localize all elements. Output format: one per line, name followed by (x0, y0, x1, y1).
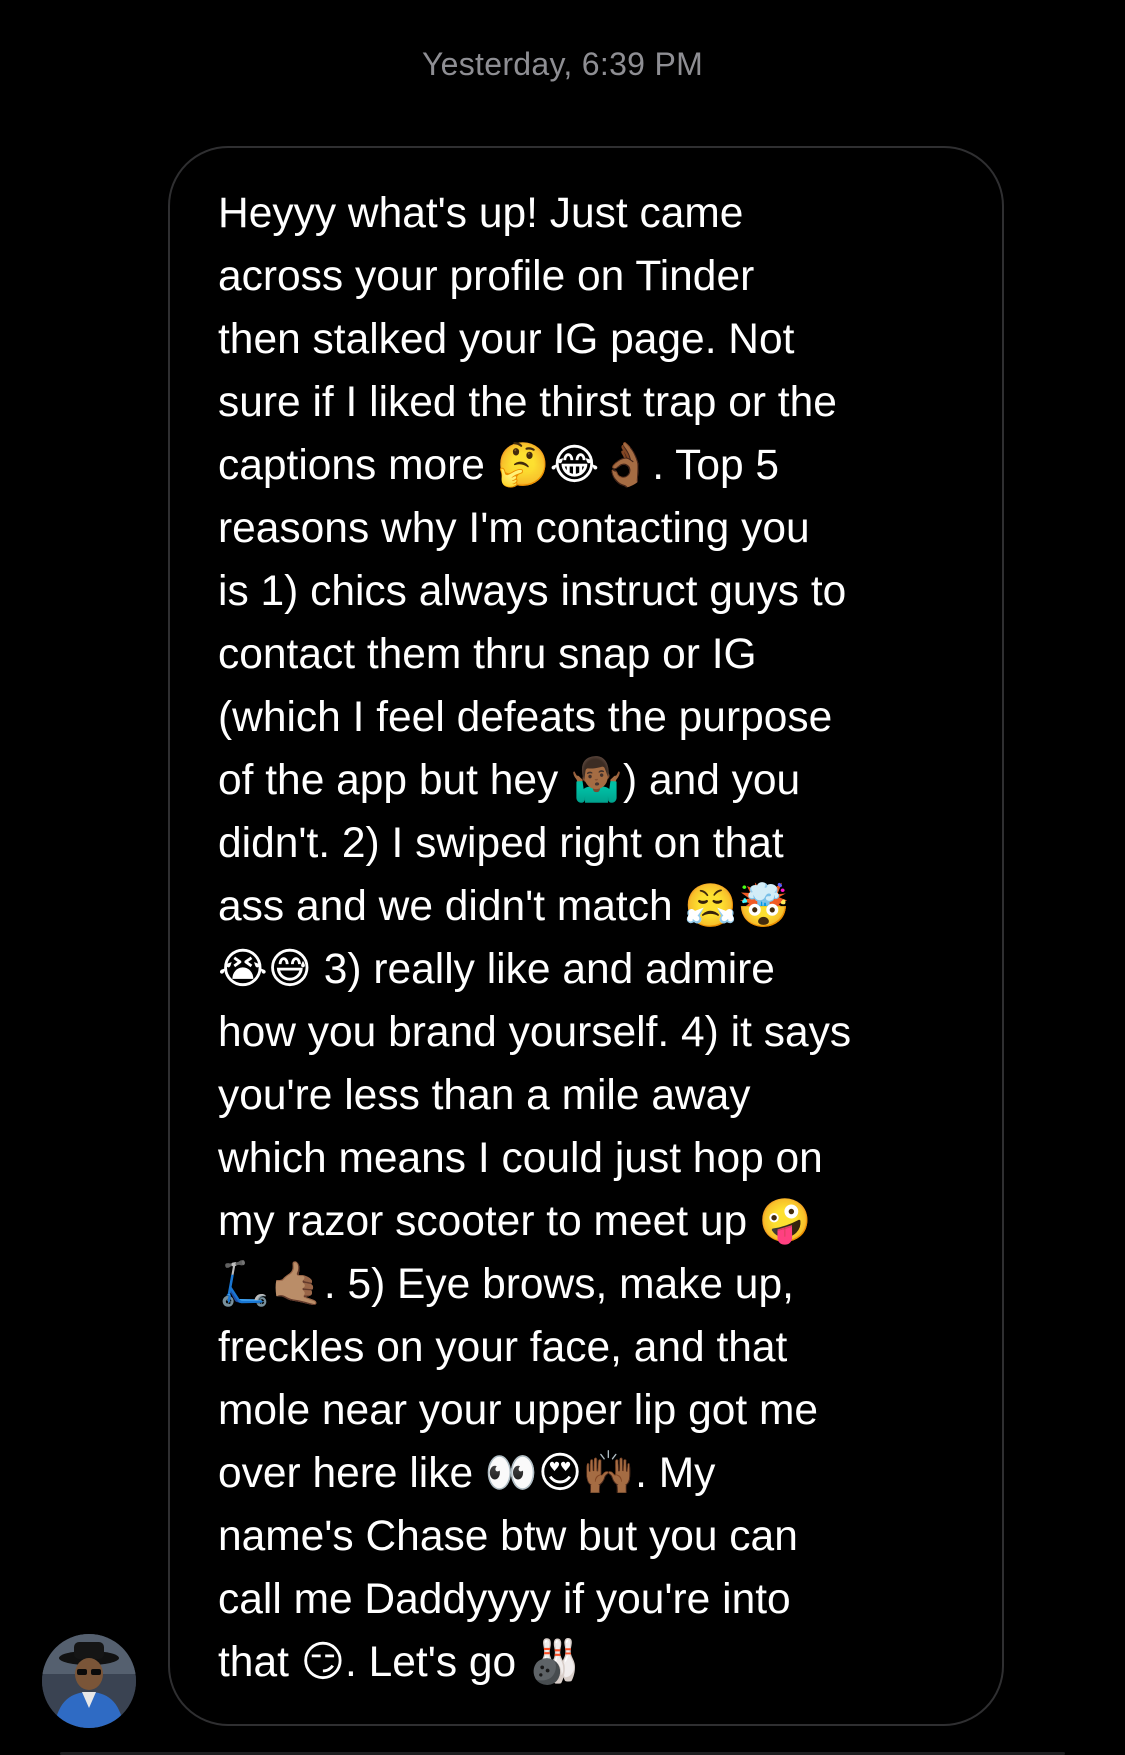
message-text: Heyyy what's up! Just came across your p… (218, 190, 852, 1686)
message-bubble[interactable]: Heyyy what's up! Just came across your p… (168, 146, 1004, 1726)
sender-avatar[interactable] (42, 1634, 136, 1728)
message-timestamp: Yesterday, 6:39 PM (421, 46, 704, 82)
profile-photo-icon (42, 1634, 136, 1728)
